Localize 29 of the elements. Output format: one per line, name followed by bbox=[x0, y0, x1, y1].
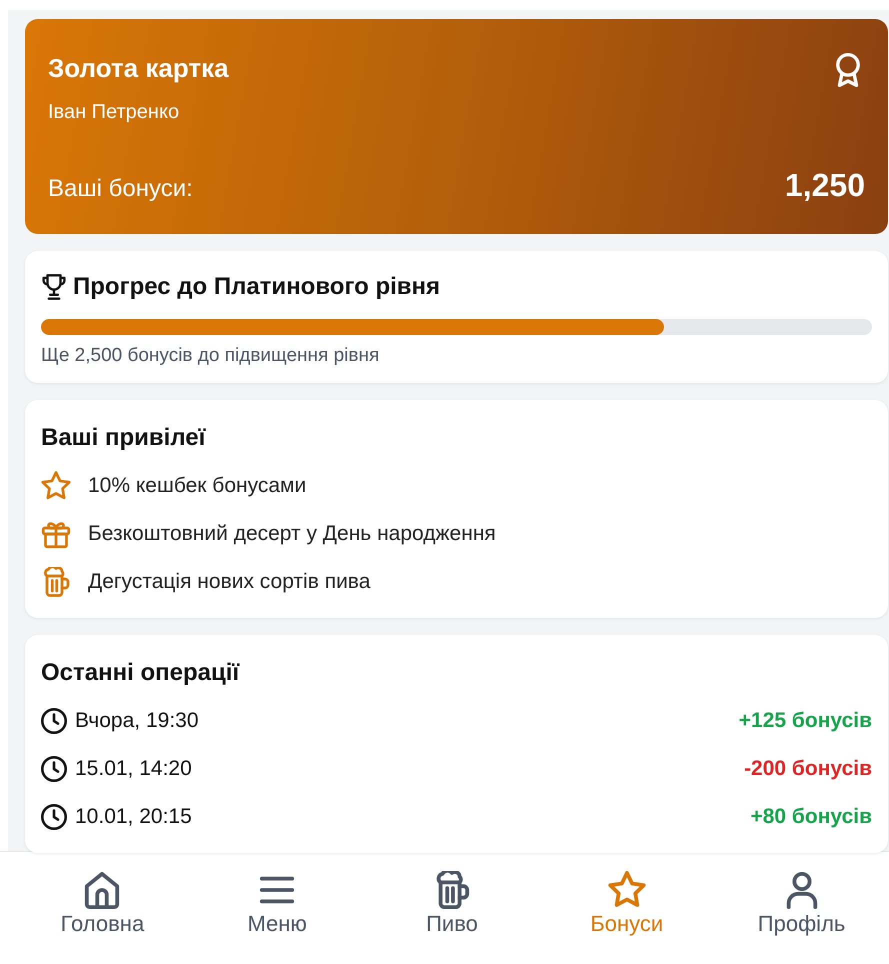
operation-amount: -200 бонусів bbox=[744, 757, 872, 781]
progress-title: Прогрес до Платинового рівня bbox=[73, 273, 440, 301]
operation-time: 10.01, 20:15 bbox=[75, 805, 192, 829]
clock-icon bbox=[41, 708, 67, 734]
nav-tab[interactable]: Головна bbox=[15, 852, 190, 939]
trophy-icon bbox=[41, 274, 67, 300]
privilege-text: Дегустація нових сортів пива bbox=[88, 570, 370, 594]
home-icon bbox=[83, 871, 122, 909]
progress-note: Ще 2,500 бонусів до підвищення рівня bbox=[41, 345, 380, 367]
operation-time: Вчора, 19:30 bbox=[75, 709, 199, 733]
star-icon bbox=[41, 471, 71, 501]
privileges-title: Ваші привілеї bbox=[41, 424, 207, 452]
star-icon bbox=[608, 871, 646, 909]
clock-icon bbox=[41, 804, 67, 830]
operation-amount: +125 бонусів bbox=[738, 709, 872, 733]
card-title: Золота картка bbox=[48, 53, 229, 84]
beer-mug-icon bbox=[41, 567, 71, 597]
card-holder-name: Іван Петренко bbox=[48, 101, 180, 124]
operations-title: Останні операції bbox=[41, 659, 240, 687]
privilege-text: 10% кешбек бонусами bbox=[88, 474, 306, 498]
privilege-text: Безкоштовний десерт у День народження bbox=[88, 522, 496, 546]
operation-amount: +80 бонусів bbox=[750, 805, 872, 829]
bonus-label: Ваші бонуси: bbox=[48, 175, 193, 203]
nav-tab[interactable]: Профіль bbox=[714, 852, 889, 939]
nav-tab[interactable]: Меню bbox=[190, 852, 365, 939]
nav-tab[interactable]: Пиво bbox=[364, 852, 540, 939]
clock-icon bbox=[41, 756, 67, 782]
operation-time: 15.01, 14:20 bbox=[75, 757, 192, 781]
bonus-balance: 1,250 bbox=[784, 167, 865, 204]
